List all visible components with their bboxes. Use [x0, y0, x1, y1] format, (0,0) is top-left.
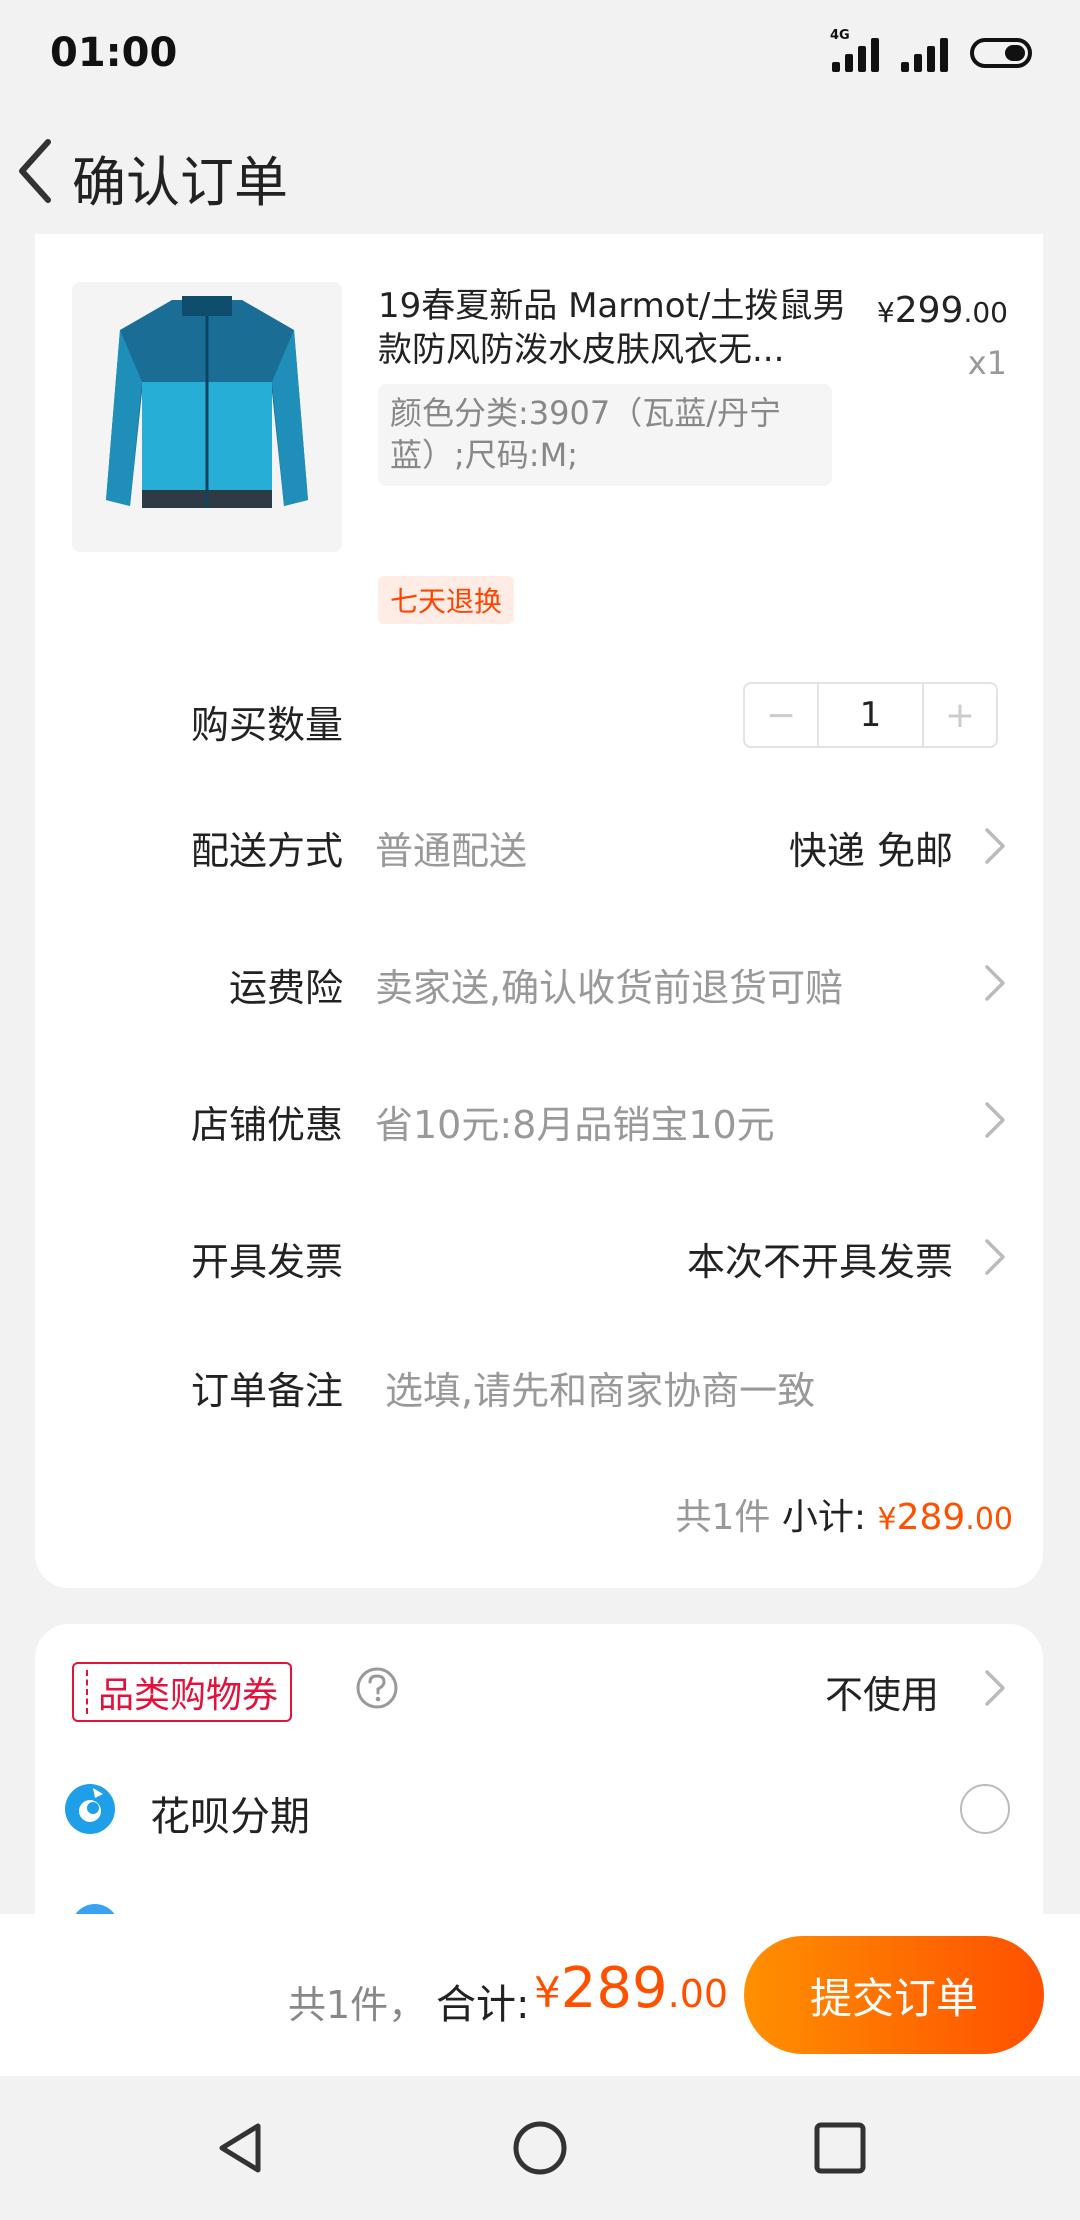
insurance-value: 卖家送,确认收货前退货可赔	[375, 966, 844, 1010]
order-card: 19春夏新品 Marmot/土拨鼠男款防风防泼水皮肤风衣无... ¥299.00…	[35, 234, 1043, 1588]
huabei-icon	[65, 1784, 115, 1834]
increase-button[interactable]: +	[924, 684, 996, 746]
order-note-row: 订单备注 选填,请先和商家协商一致	[35, 1338, 1043, 1428]
question-icon[interactable]	[355, 1666, 399, 1710]
payment-option-icon	[71, 1904, 119, 1914]
shipping-value: 普通配送	[375, 829, 528, 873]
product-thumbnail[interactable]	[72, 282, 342, 552]
total-amount: ¥289.00	[534, 1956, 729, 2021]
signal-4g-icon: 4G	[830, 28, 879, 72]
status-time: 01:00	[50, 30, 178, 76]
status-icons: 4G	[830, 28, 1032, 72]
huabei-radio[interactable]	[960, 1784, 1010, 1834]
invoice-label: 开具发票	[190, 1240, 343, 1284]
chevron-right-icon	[985, 1102, 1005, 1138]
order-note-label: 订单备注	[190, 1369, 343, 1413]
product-quantity: x1	[967, 344, 1007, 382]
quantity-row: 购买数量 − 1 +	[35, 672, 1043, 762]
subtotal-count: 共1件	[675, 1497, 771, 1538]
total-label: 合计:	[436, 1982, 530, 2028]
payment-card: 品类购物券 不使用 花呗分期	[35, 1624, 1043, 1914]
category-coupon-badge: 品类购物券	[72, 1662, 293, 1722]
sku-info: 颜色分类:3907（瓦蓝/丹宁蓝）;尺码:M;	[378, 384, 832, 486]
page-title: 确认订单	[72, 151, 288, 214]
signal-icon	[901, 34, 948, 72]
system-nav-bar	[0, 2076, 1080, 2220]
return-policy-badge: 七天退换	[378, 576, 515, 624]
product-title[interactable]: 19春夏新品 Marmot/土拨鼠男款防风防泼水皮肤风衣无...	[378, 284, 868, 372]
subtotal-amount: ¥289.00	[877, 1497, 1013, 1538]
quantity-stepper: − 1 +	[743, 682, 998, 748]
shipping-fee: 快递 免邮	[788, 829, 953, 873]
quantity-input[interactable]: 1	[817, 684, 924, 746]
insurance-row[interactable]: 运费险 卖家送,确认收货前退货可赔	[35, 935, 1043, 1025]
quantity-label: 购买数量	[190, 703, 343, 747]
network-tag: 4G	[830, 28, 850, 43]
shipping-row[interactable]: 配送方式 普通配送 快递 免邮	[35, 798, 1043, 888]
huabei-label: 花呗分期	[150, 1794, 310, 1840]
shipping-label: 配送方式	[190, 829, 343, 873]
invoice-value: 本次不开具发票	[686, 1240, 953, 1284]
back-triangle-icon[interactable]	[212, 2120, 268, 2176]
recents-square-icon[interactable]	[812, 2120, 868, 2176]
invoice-row[interactable]: 开具发票 本次不开具发票	[35, 1209, 1043, 1299]
insurance-label: 运费险	[228, 966, 343, 1010]
nav-header: 确认订单	[0, 112, 1080, 234]
subtotal: 共1件 小计: ¥289.00	[676, 1488, 1013, 1540]
product-price: ¥299.00	[876, 290, 1008, 331]
coupon-value[interactable]: 不使用	[825, 1664, 939, 1719]
decrease-button[interactable]: −	[745, 684, 817, 746]
store-discount-row[interactable]: 店铺优惠 省10元:8月品销宝10元	[35, 1072, 1043, 1162]
status-bar: 01:00 4G	[0, 0, 1080, 112]
subtotal-label: 小计:	[781, 1497, 867, 1538]
submit-order-button[interactable]: 提交订单	[744, 1936, 1044, 2054]
chevron-left-icon[interactable]	[14, 136, 58, 206]
chevron-right-icon	[985, 965, 1005, 1001]
battery-icon	[970, 38, 1032, 68]
home-circle-icon[interactable]	[512, 2120, 568, 2176]
checkout-bar: 共1件， 合计: ¥289.00 提交订单	[0, 1914, 1080, 2076]
chevron-right-icon	[985, 828, 1005, 864]
jacket-image	[106, 296, 308, 508]
store-discount-label: 店铺优惠	[190, 1103, 343, 1147]
order-note-input[interactable]: 选填,请先和商家协商一致	[385, 1360, 815, 1415]
chevron-right-icon	[985, 1670, 1005, 1706]
total-count: 共1件，	[288, 1983, 427, 2027]
chevron-right-icon	[985, 1239, 1005, 1275]
store-discount-value: 省10元:8月品销宝10元	[375, 1103, 775, 1147]
